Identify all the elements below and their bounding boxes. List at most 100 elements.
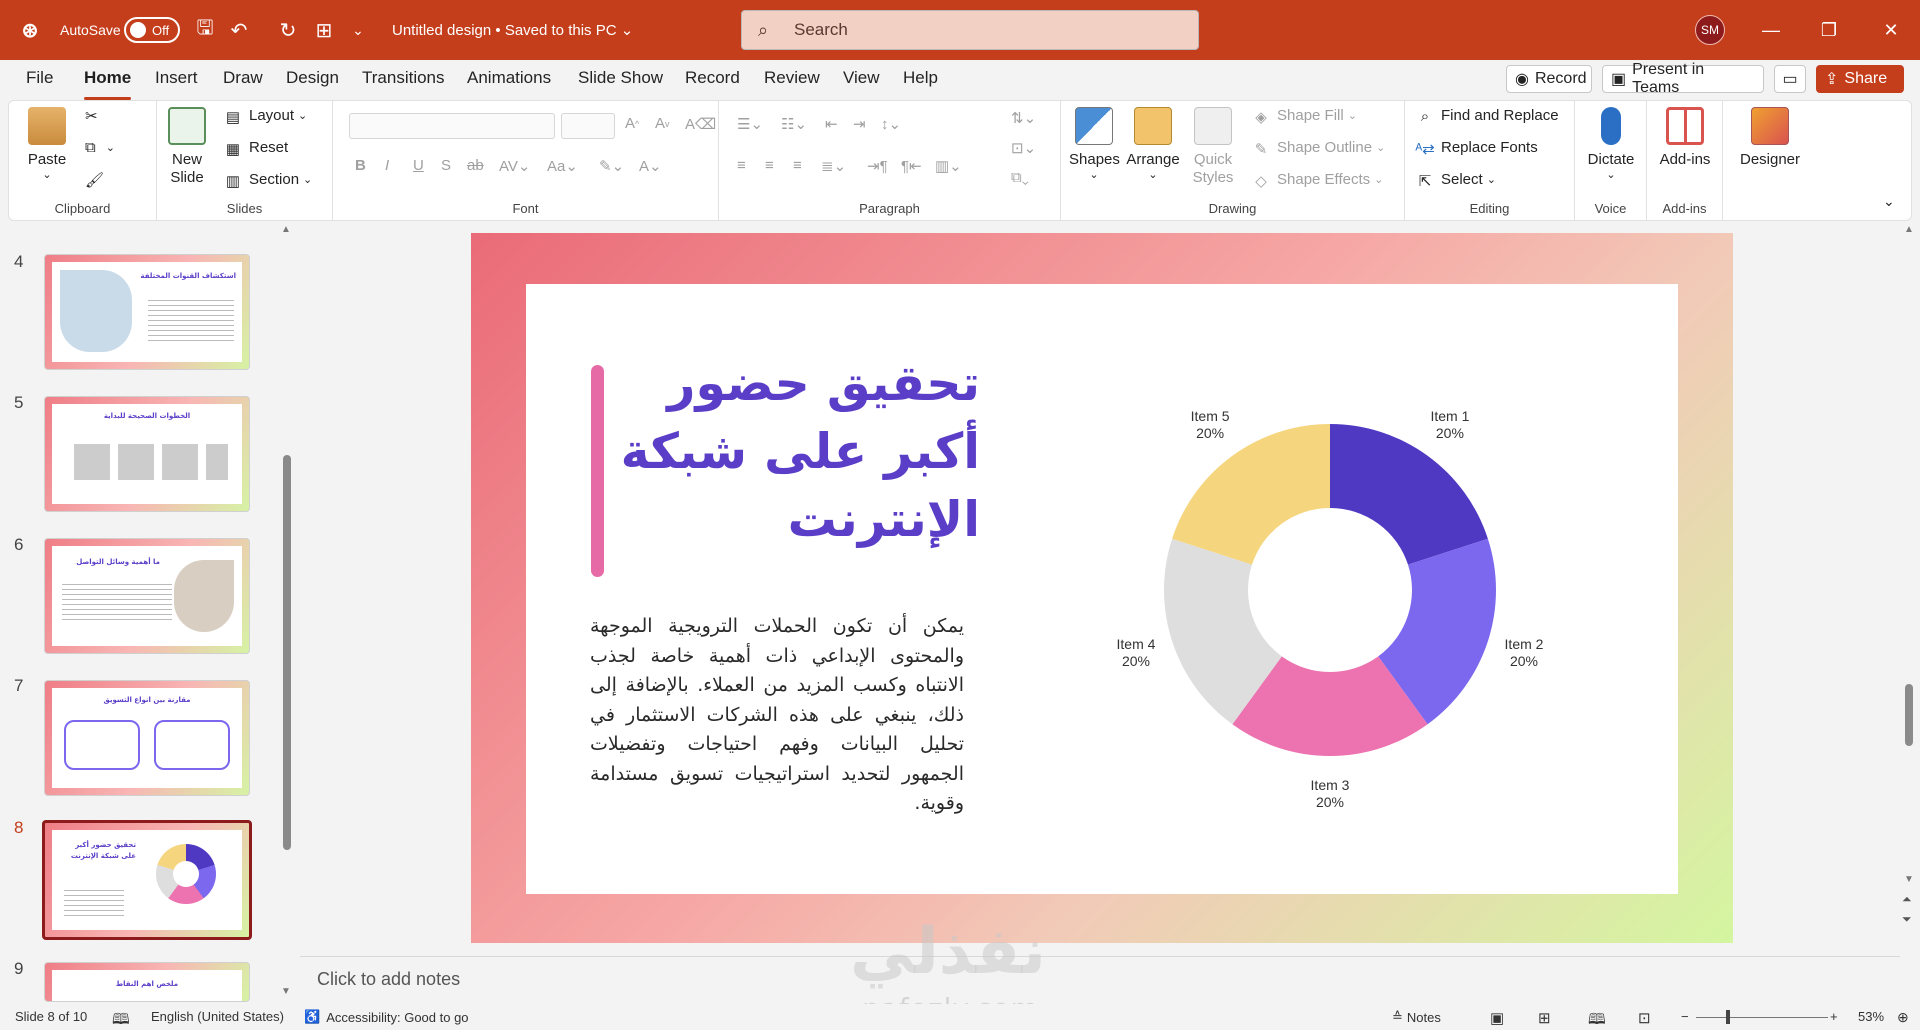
slide-thumbnail-7[interactable]: مقارنة بين انواع التسويق xyxy=(44,680,250,796)
smartart-icon[interactable]: ⧉⌄ xyxy=(1011,169,1029,186)
record-button[interactable]: ◉ Record xyxy=(1506,65,1592,93)
text-direction-icon[interactable]: ⇅⌄ xyxy=(1011,109,1036,127)
search-box[interactable]: ⌕ Search xyxy=(741,10,1199,50)
align-right-icon[interactable]: ≡ xyxy=(793,157,802,174)
quick-styles-button[interactable]: Quick Styles xyxy=(1187,107,1239,187)
tab-slide-show[interactable]: Slide Show xyxy=(578,68,663,96)
rtl-icon[interactable]: ¶⇤ xyxy=(901,157,922,175)
shape-effects-button[interactable]: ◇ Shape Effects ⌄ xyxy=(1251,171,1383,190)
slide-scrollbar-thumb[interactable] xyxy=(1905,684,1913,746)
reading-view-icon[interactable]: 🕮 xyxy=(1588,1009,1606,1030)
notes-toggle[interactable]: ≙ Notes xyxy=(1392,1009,1441,1025)
decrease-font-icon[interactable]: Av xyxy=(655,115,670,132)
slide-thumbnail-8-selected[interactable]: تحقيق حضور أكبر على شبكة الإنترنت xyxy=(42,820,252,940)
slideshow-view-icon[interactable]: ⊡ xyxy=(1638,1009,1651,1027)
tab-home[interactable]: Home xyxy=(84,68,132,100)
undo-icon[interactable]: ↶ xyxy=(224,0,254,60)
new-slide-button[interactable]: New Slide xyxy=(163,107,211,187)
collapse-ribbon-icon[interactable]: ⌄ xyxy=(1883,193,1895,210)
layout-button[interactable]: ▤ Layout ⌄ xyxy=(223,107,307,126)
align-text-icon[interactable]: ⊡⌄ xyxy=(1011,139,1036,157)
shadow-icon[interactable]: S xyxy=(441,157,451,174)
zoom-slider[interactable] xyxy=(1696,1017,1828,1018)
tab-insert[interactable]: Insert xyxy=(155,68,198,96)
justify-icon[interactable]: ≣⌄ xyxy=(821,157,846,175)
font-color-icon[interactable]: A⌄ xyxy=(639,157,662,175)
reset-button[interactable]: ▦ Reset xyxy=(223,139,288,158)
slide-thumbnail-4[interactable]: استكشاف القنوات المختلفة xyxy=(44,254,250,370)
italic-icon[interactable]: I xyxy=(385,157,389,174)
autosave-toggle[interactable]: Off xyxy=(124,17,180,43)
redo-icon[interactable]: ↻ xyxy=(273,0,303,60)
character-spacing-icon[interactable]: AV⌄ xyxy=(499,157,530,175)
ltr-icon[interactable]: ⇥¶ xyxy=(867,157,888,175)
share-button[interactable]: ⇪ Share xyxy=(1816,65,1904,93)
highlight-icon[interactable]: ✎⌄ xyxy=(599,157,624,175)
line-spacing-icon[interactable]: ↕⌄ xyxy=(881,115,901,133)
paste-button[interactable]: Paste ⌄ xyxy=(23,107,71,181)
font-size-field[interactable] xyxy=(561,113,615,139)
document-title[interactable]: Untitled design • Saved to this PC ⌄ xyxy=(392,0,633,60)
shape-fill-button[interactable]: ◈ Shape Fill ⌄ xyxy=(1251,107,1357,126)
align-left-icon[interactable]: ≡ xyxy=(737,157,746,174)
present-from-start-icon[interactable]: ⊞ xyxy=(309,0,339,60)
section-button[interactable]: ▥ Section ⌄ xyxy=(223,171,312,190)
slide-scroll-down-icon[interactable]: ▼ xyxy=(1904,874,1914,885)
bullets-icon[interactable]: ☰⌄ xyxy=(737,115,763,133)
tab-animations[interactable]: Animations xyxy=(467,68,551,96)
customize-toolbar-icon[interactable]: ⌄ xyxy=(343,0,373,60)
strikethrough-icon[interactable]: ab xyxy=(467,157,484,174)
comments-button[interactable]: ▭ xyxy=(1774,65,1806,93)
clear-formatting-icon[interactable]: A⌫ xyxy=(685,115,716,133)
notes-pane[interactable]: Click to add notes xyxy=(300,956,1900,1004)
arrange-button[interactable]: Arrange ⌄ xyxy=(1125,107,1181,181)
zoom-slider-thumb[interactable] xyxy=(1726,1010,1730,1024)
slide-body-text[interactable]: يمكن أن تكون الحملات الترويجية الموجهة و… xyxy=(590,612,964,819)
previous-slide-icon[interactable]: ⏶ xyxy=(1902,892,1912,907)
slide-thumbnail-5[interactable]: الخطوات الصحيحة للبداية xyxy=(44,396,250,512)
shape-outline-button[interactable]: ✎ Shape Outline ⌄ xyxy=(1251,139,1386,158)
replace-fonts-button[interactable]: ᴬ⇄ Replace Fonts xyxy=(1415,139,1537,158)
tab-record[interactable]: Record xyxy=(685,68,740,96)
find-replace-button[interactable]: ⌕ Find and Replace xyxy=(1415,107,1559,125)
donut-slice-1[interactable] xyxy=(1330,424,1488,565)
slide-title[interactable]: تحقيق حضور أكبر على شبكة الإنترنت xyxy=(620,350,980,554)
cut-icon[interactable]: ✂ xyxy=(85,107,98,125)
change-case-icon[interactable]: Aa⌄ xyxy=(547,157,578,175)
shapes-button[interactable]: Shapes ⌄ xyxy=(1069,107,1120,181)
save-icon[interactable]: 🖫 xyxy=(190,0,220,60)
language-status[interactable]: English (United States) xyxy=(151,1009,284,1024)
tab-file[interactable]: File xyxy=(26,68,53,96)
font-name-field[interactable] xyxy=(349,113,555,139)
increase-indent-icon[interactable]: ⇥ xyxy=(853,115,866,133)
zoom-level[interactable]: 53% xyxy=(1858,1009,1884,1024)
slide-sorter-icon[interactable]: ⊞ xyxy=(1538,1009,1551,1027)
fit-to-window-icon[interactable]: ⊕ xyxy=(1897,1009,1909,1026)
restore-icon[interactable]: ❐ xyxy=(1800,0,1858,60)
thumb-scroll-down-icon[interactable]: ▼ xyxy=(281,986,291,997)
addins-button[interactable]: Add-ins xyxy=(1657,107,1713,168)
align-center-icon[interactable]: ≡ xyxy=(765,157,774,174)
format-painter-icon[interactable]: 🖌 xyxy=(85,171,104,189)
donut-slice-5[interactable] xyxy=(1172,424,1330,565)
select-button[interactable]: ⇱ Select ⌄ xyxy=(1415,171,1496,190)
zoom-out-icon[interactable]: − xyxy=(1681,1009,1689,1024)
tab-help[interactable]: Help xyxy=(903,68,938,96)
tab-draw[interactable]: Draw xyxy=(223,68,263,96)
zoom-in-icon[interactable]: + xyxy=(1830,1009,1838,1024)
designer-button[interactable]: Designer xyxy=(1731,107,1809,168)
present-in-teams-button[interactable]: ▣ Present in Teams xyxy=(1602,61,1764,96)
thumb-scroll-up-icon[interactable]: ▲ xyxy=(281,224,291,235)
numbering-icon[interactable]: ☷⌄ xyxy=(781,115,807,133)
underline-icon[interactable]: U xyxy=(413,157,424,174)
slide-thumbnail-6[interactable]: ما أهمية وسائل التواصل xyxy=(44,538,250,654)
spelling-icon[interactable]: 🕮 xyxy=(112,1009,130,1030)
avatar[interactable]: SM xyxy=(1695,15,1725,45)
tab-transitions[interactable]: Transitions xyxy=(362,68,445,96)
normal-view-icon[interactable]: ▣ xyxy=(1490,1009,1504,1027)
accessibility-status[interactable]: ♿ Accessibility: Good to go xyxy=(304,1009,469,1025)
increase-font-icon[interactable]: A ^ xyxy=(625,115,639,132)
bold-icon[interactable]: B xyxy=(355,157,366,174)
slide-thumbnail-9[interactable]: ملخص اهم النقاط xyxy=(44,962,250,1002)
close-icon[interactable]: ✕ xyxy=(1862,0,1920,60)
